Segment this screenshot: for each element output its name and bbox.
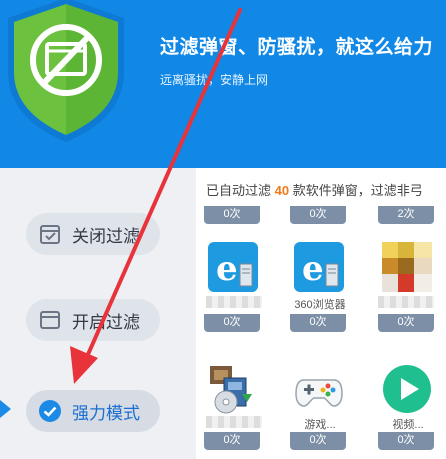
mode-strong-button[interactable]: 强力模式 [26, 390, 160, 432]
svg-text:e: e [216, 249, 238, 289]
video-play-icon[interactable] [382, 364, 432, 414]
mode-off-label: 关闭过滤 [72, 226, 140, 246]
app-name-label: 360浏览器 [294, 299, 346, 310]
app-name-label: 视频... [392, 419, 424, 430]
gamepad-icon[interactable] [294, 364, 344, 414]
svg-text:e: e [302, 249, 324, 289]
active-mode-pointer [0, 400, 11, 418]
mode-strong-label: 强力模式 [72, 403, 140, 423]
pixelated-app-icon[interactable] [382, 242, 432, 292]
ie-browser-icon[interactable]: e [294, 242, 344, 292]
mode-on-label: 开启过滤 [72, 312, 140, 332]
filter-count: 40 [274, 183, 290, 198]
checklist-icon [40, 225, 60, 244]
header-banner: 过滤弹窗、防骚扰，就这么给力 远离骚扰，安静上网 [0, 0, 446, 168]
blurred-app-name [206, 296, 262, 308]
app-count-badge: 0次 [290, 314, 346, 332]
app-count-badge: 0次 [290, 206, 346, 224]
shield-icon [8, 0, 124, 142]
app-count-badge: 0次 [204, 314, 260, 332]
app-count-badge: 0次 [378, 432, 434, 450]
blurred-app-name [206, 416, 262, 428]
app-count-badge: 2次 [378, 206, 434, 224]
app-count-badge: 0次 [204, 432, 260, 450]
app-count-badge: 0次 [378, 314, 434, 332]
app-name-label: 游戏... [304, 419, 336, 430]
header-title: 过滤弹窗、防骚扰，就这么给力 [160, 37, 434, 58]
installer-disc-icon[interactable] [206, 364, 256, 414]
app-count-badge: 0次 [204, 206, 260, 224]
filter-status: 已自动过滤 40 款软件弹窗，过滤非弓 [206, 183, 423, 198]
check-circle-icon [39, 400, 61, 422]
mode-on-button[interactable]: 开启过滤 [26, 299, 160, 341]
filtered-apps-area: 已自动过滤 40 款软件弹窗，过滤非弓 0次 0次 2次 e 0次 e 360浏… [196, 168, 446, 459]
app-count-badge: 0次 [290, 432, 346, 450]
blurred-app-name [378, 296, 434, 308]
header-subtitle: 远离骚扰，安静上网 [160, 73, 269, 87]
mode-off-button[interactable]: 关闭过滤 [26, 213, 160, 255]
mode-panel: 关闭过滤 开启过滤 强力模式 [0, 168, 196, 459]
ie-browser-icon[interactable]: e [208, 242, 258, 292]
window-icon [40, 311, 60, 329]
